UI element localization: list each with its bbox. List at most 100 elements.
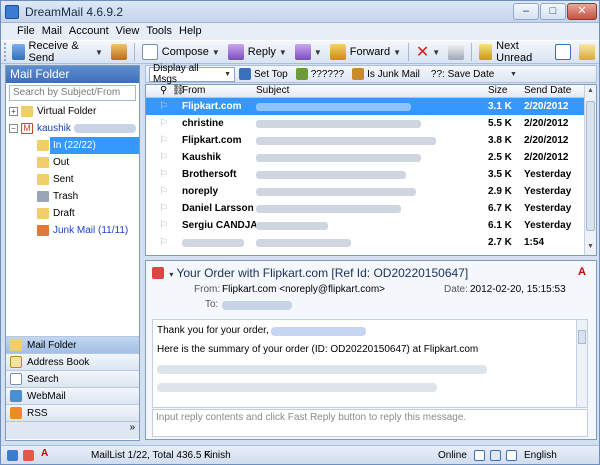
menu-account[interactable]: Account: [67, 23, 114, 40]
nav-mail-folder[interactable]: Mail Folder: [6, 336, 139, 353]
preview-scrollbar[interactable]: [576, 320, 587, 407]
chevron-down-icon[interactable]: ▼: [314, 48, 322, 57]
chevron-down-icon[interactable]: ▾: [169, 270, 173, 279]
maximize-button[interactable]: □: [540, 3, 566, 20]
compose-button[interactable]: Compose ▼: [138, 42, 224, 62]
nav-webmail[interactable]: WebMail: [6, 387, 139, 404]
print-button[interactable]: [444, 42, 468, 62]
message-row[interactable]: ⚐ Daniel Larsson 6.7 K Yesterday: [146, 200, 596, 217]
layout-icon[interactable]: [506, 450, 517, 461]
flag-column-icon[interactable]: ⚲: [160, 85, 167, 96]
flag-icon[interactable]: ⚐: [159, 98, 168, 115]
message-row[interactable]: ⚐ Brothersoft 3.5 K Yesterday: [146, 166, 596, 183]
collapse-icon[interactable]: −: [9, 124, 18, 133]
close-button[interactable]: ✕: [567, 3, 597, 20]
menu-help[interactable]: Help: [177, 23, 207, 40]
chevron-down-icon[interactable]: ▼: [95, 48, 103, 57]
tree-item-sent[interactable]: Sent: [6, 171, 139, 188]
flag-icon[interactable]: ⚐: [159, 217, 168, 234]
message-size: 5.5 K: [488, 118, 512, 129]
flag-icon[interactable]: ⚐: [159, 200, 168, 217]
column-send-date[interactable]: Send Date: [524, 85, 571, 96]
message-row[interactable]: ⚐ Flipkart.com 3.1 K 2/20/2012: [146, 98, 596, 115]
message-row[interactable]: ⚐ Flipkart.com 3.8 K 2/20/2012: [146, 132, 596, 149]
flag-icon[interactable]: ⚐: [159, 183, 168, 200]
reply-button[interactable]: Reply ▼: [224, 42, 291, 62]
message-list-scrollbar[interactable]: ▲ ▼: [584, 85, 596, 255]
scrollbar-thumb[interactable]: [578, 330, 586, 344]
nav-rss[interactable]: RSS: [6, 404, 139, 421]
delete-button[interactable]: ✕ ▼: [412, 42, 444, 62]
chevron-down-icon[interactable]: ▼: [279, 48, 287, 57]
tree-item-out[interactable]: Out: [6, 154, 139, 171]
message-date: 2/20/2012: [524, 135, 569, 146]
scroll-down-icon[interactable]: ▼: [586, 243, 595, 253]
message-row[interactable]: ⚐ noreply 2.9 K Yesterday: [146, 183, 596, 200]
minimize-button[interactable]: –: [513, 3, 539, 20]
sort-select[interactable]: ??: Save Date ▼: [428, 67, 520, 82]
tree-item-virtual-folder[interactable]: + Virtual Folder: [6, 103, 139, 120]
message-row[interactable]: ⚐ Kaushik 2.5 K 2/20/2012: [146, 149, 596, 166]
menu-file[interactable]: File: [15, 23, 40, 40]
alert-icon[interactable]: [23, 450, 34, 461]
menu-tools[interactable]: Tools: [144, 23, 177, 40]
column-subject[interactable]: Subject: [256, 85, 289, 96]
scrollbar-thumb[interactable]: [586, 101, 595, 231]
message-row[interactable]: ⚐ 2.7 K 1:54: [146, 234, 596, 251]
scroll-up-icon[interactable]: ▲: [586, 87, 595, 97]
next-unread-button[interactable]: Next Unread: [475, 40, 551, 64]
chevron-down-icon[interactable]: ▼: [393, 48, 401, 57]
set-top-button[interactable]: Set Top: [235, 68, 292, 80]
reply-all-button[interactable]: ▼: [291, 42, 326, 62]
folder-search-input[interactable]: Search by Subject/From: [9, 85, 136, 101]
flag-icon[interactable]: ⚐: [159, 115, 168, 132]
is-junk-button[interactable]: Is Junk Mail: [348, 68, 424, 80]
body-summary: Here is the summary of your order (ID: O…: [157, 344, 479, 355]
filter-bar: Display all Msgs ▼ Set Top ?????? Is Jun…: [145, 63, 597, 85]
layout-button[interactable]: [551, 42, 575, 62]
blurred-sender: [182, 239, 244, 247]
address-book-button[interactable]: [575, 42, 599, 62]
view-filter-select[interactable]: Display all Msgs ▼: [149, 63, 235, 85]
from-value[interactable]: Flipkart.com <noreply@flipkart.com>: [222, 284, 385, 295]
tree-item-trash[interactable]: Trash: [6, 188, 139, 205]
forward-button[interactable]: Forward ▼: [326, 42, 405, 62]
expand-icon[interactable]: +: [9, 107, 18, 116]
nav-search[interactable]: Search: [6, 370, 139, 387]
column-size[interactable]: Size: [488, 85, 507, 96]
flag-icon[interactable]: ⚐: [159, 234, 168, 251]
online-status[interactable]: Online: [438, 450, 467, 461]
compose-label: Compose: [161, 46, 209, 58]
layout-icon[interactable]: [474, 450, 485, 461]
chevron-down-icon[interactable]: ▼: [212, 48, 220, 57]
preview-body[interactable]: Thank you for your order, Here is the su…: [152, 319, 588, 408]
flag-icon[interactable]: ⚐: [159, 166, 168, 183]
font-icon[interactable]: A: [41, 448, 48, 459]
flag-icon[interactable]: ⚐: [159, 149, 168, 166]
webmail-icon: [10, 390, 22, 402]
tree-item-account[interactable]: − M kaushik: [6, 120, 139, 137]
message-date: Yesterday: [524, 186, 572, 197]
tree-item-inbox[interactable]: In (22/22): [6, 137, 139, 154]
tree-item-draft[interactable]: Draft: [6, 205, 139, 222]
menu-view[interactable]: View: [114, 23, 145, 40]
chevron-down-icon[interactable]: ▼: [432, 48, 440, 57]
menu-mail[interactable]: Mail: [40, 23, 67, 40]
message-row[interactable]: ⚐ christine 5.5 K 2/20/2012: [146, 115, 596, 132]
message-row[interactable]: ⚐ Sergiu CANDJA 6.1 K Yesterday: [146, 217, 596, 234]
mail-status-icon[interactable]: [7, 450, 18, 461]
accounts-button[interactable]: [107, 42, 131, 62]
nav-more-button[interactable]: »: [6, 421, 139, 439]
language-indicator[interactable]: English: [524, 450, 557, 461]
receive-send-button[interactable]: Receive & Send ▼: [8, 40, 107, 64]
fast-reply-input[interactable]: Input reply contents and click Fast Repl…: [152, 409, 588, 437]
tree-item-junk[interactable]: Junk Mail (11/11): [6, 222, 139, 239]
font-icon[interactable]: A: [578, 266, 586, 278]
nav-address-book[interactable]: Address Book: [6, 353, 139, 370]
column-from[interactable]: From: [182, 85, 205, 96]
layout-icon[interactable]: [490, 450, 501, 461]
message-subject-blurred: [256, 205, 401, 213]
unknown-action-button[interactable]: ??????: [292, 68, 348, 80]
main-toolbar: Receive & Send ▼ Compose ▼ Reply ▼ ▼ For…: [1, 40, 599, 64]
flag-icon[interactable]: ⚐: [159, 132, 168, 149]
